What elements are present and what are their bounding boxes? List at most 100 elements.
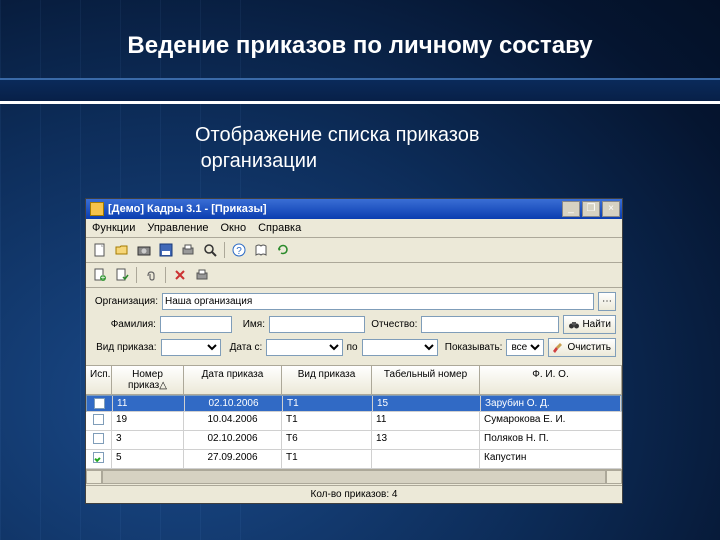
firstname-label: Имя: [236,319,265,330]
lastname-label: Фамилия: [92,319,156,330]
doc-add-icon[interactable]: + [90,265,110,285]
cell-type: Т1 [282,412,372,430]
row-checkbox[interactable] [93,414,104,425]
scroll-right-icon[interactable] [606,470,622,484]
cell-tabno [372,450,480,468]
cell-tabno: 15 [373,396,481,411]
window-title: [Демо] Кадры 3.1 - [Приказы] [108,203,562,215]
cell-fio: Поляков Н. П. [480,431,622,449]
find-button[interactable]: Найти [563,315,616,334]
status-bar: Кол-во приказов: 4 [86,485,622,503]
row-checkbox[interactable] [94,398,105,409]
cell-number: 19 [112,412,184,430]
org-browse-button[interactable]: ⋯ [598,292,616,311]
orders-grid: Исп. Номер приказ△ Дата приказа Вид прик… [86,365,622,503]
new-icon[interactable] [90,240,110,260]
cell-type: Т1 [283,396,373,411]
toolbar-1: ? [86,238,622,263]
svg-text:+: + [101,273,106,282]
attach-icon[interactable] [141,265,161,285]
datefrom-label: Дата с: [225,342,262,353]
minimize-button[interactable]: _ [562,201,580,217]
slide-subtitle: Отображение списка приказов организации [195,122,480,174]
print-icon[interactable] [178,240,198,260]
show-label: Показывать: [442,342,503,353]
menu-help[interactable]: Справка [258,222,301,234]
maximize-button[interactable]: ❐ [582,201,600,217]
scroll-left-icon[interactable] [86,470,102,484]
binoculars-icon [568,319,580,331]
cell-fio: Капустин [480,450,622,468]
col-fio[interactable]: Ф. И. О. [480,366,622,394]
find-label: Найти [582,319,611,330]
toolbar-2: + [86,263,622,288]
cell-tabno: 13 [372,431,480,449]
titlebar[interactable]: [Демо] Кадры 3.1 - [Приказы] _ ❐ × [86,199,622,219]
clear-label: Очистить [567,342,611,353]
table-row[interactable]: 302.10.2006Т613Поляков Н. П. [86,431,622,450]
row-checkbox[interactable] [93,433,104,444]
col-exec[interactable]: Исп. [86,366,112,394]
cell-date: 02.10.2006 [184,431,282,449]
row-checkbox[interactable] [93,452,104,463]
dateto-label: по [347,342,358,353]
doc-check-icon[interactable] [112,265,132,285]
subtitle-line1: Отображение списка приказов [195,124,480,146]
menu-bar: Функции Управление Окно Справка [86,219,622,238]
app-icon [90,202,104,216]
subtitle-line2: организации [201,150,318,172]
col-type[interactable]: Вид приказа [282,366,372,394]
middlename-label: Отчество: [369,319,417,330]
scroll-thumb[interactable] [102,470,606,484]
slide-title: Ведение приказов по личному составу [0,32,720,60]
dateto-select[interactable] [362,339,438,356]
lastname-input[interactable] [160,316,232,333]
svg-text:?: ? [236,246,242,257]
close-button[interactable]: × [602,201,620,217]
table-row[interactable]: 1910.04.2006Т111Сумарокова Е. И. [86,412,622,431]
menu-functions[interactable]: Функции [92,222,135,234]
cell-fio: Сумарокова Е. И. [480,412,622,430]
camera-icon[interactable] [134,240,154,260]
col-tabno[interactable]: Табельный номер [372,366,480,394]
search-icon[interactable] [200,240,220,260]
print2-icon[interactable] [192,265,212,285]
broom-icon [553,342,565,354]
horizontal-scrollbar[interactable] [86,469,622,485]
cell-date: 10.04.2006 [184,412,282,430]
col-number[interactable]: Номер приказ△ [112,366,184,394]
col-date[interactable]: Дата приказа [184,366,282,394]
org-label: Организация: [92,296,158,307]
cell-date: 02.10.2006 [185,396,283,411]
middlename-input[interactable] [421,316,559,333]
save-icon[interactable] [156,240,176,260]
filter-panel: Организация: ⋯ Фамилия: Имя: Отчество: Н… [86,288,622,365]
delete-icon[interactable] [170,265,190,285]
table-row[interactable]: 1102.10.2006Т115Зарубин О. Д. [86,395,622,412]
clear-button[interactable]: Очистить [548,338,616,357]
help-icon[interactable]: ? [229,240,249,260]
app-window: [Демо] Кадры 3.1 - [Приказы] _ ❐ × Функц… [85,198,623,504]
cell-number: 5 [112,450,184,468]
cell-type: Т6 [282,431,372,449]
show-select[interactable]: все [506,339,544,356]
table-row[interactable]: 527.09.2006Т1 Капустин [86,450,622,469]
ribbon-decor [0,78,720,104]
cell-date: 27.09.2006 [184,450,282,468]
type-select[interactable] [161,339,222,356]
grid-header: Исп. Номер приказ△ Дата приказа Вид прик… [86,366,622,395]
cell-tabno: 11 [372,412,480,430]
open-icon[interactable] [112,240,132,260]
datefrom-select[interactable] [266,339,342,356]
menu-window[interactable]: Окно [221,222,247,234]
firstname-input[interactable] [269,316,365,333]
refresh-icon[interactable] [273,240,293,260]
org-input[interactable] [162,293,594,310]
cell-number: 11 [113,396,185,411]
type-label: Вид приказа: [92,342,157,353]
menu-management[interactable]: Управление [147,222,208,234]
cell-fio: Зарубин О. Д. [481,396,621,411]
cell-number: 3 [112,431,184,449]
cell-type: Т1 [282,450,372,468]
book-icon[interactable] [251,240,271,260]
